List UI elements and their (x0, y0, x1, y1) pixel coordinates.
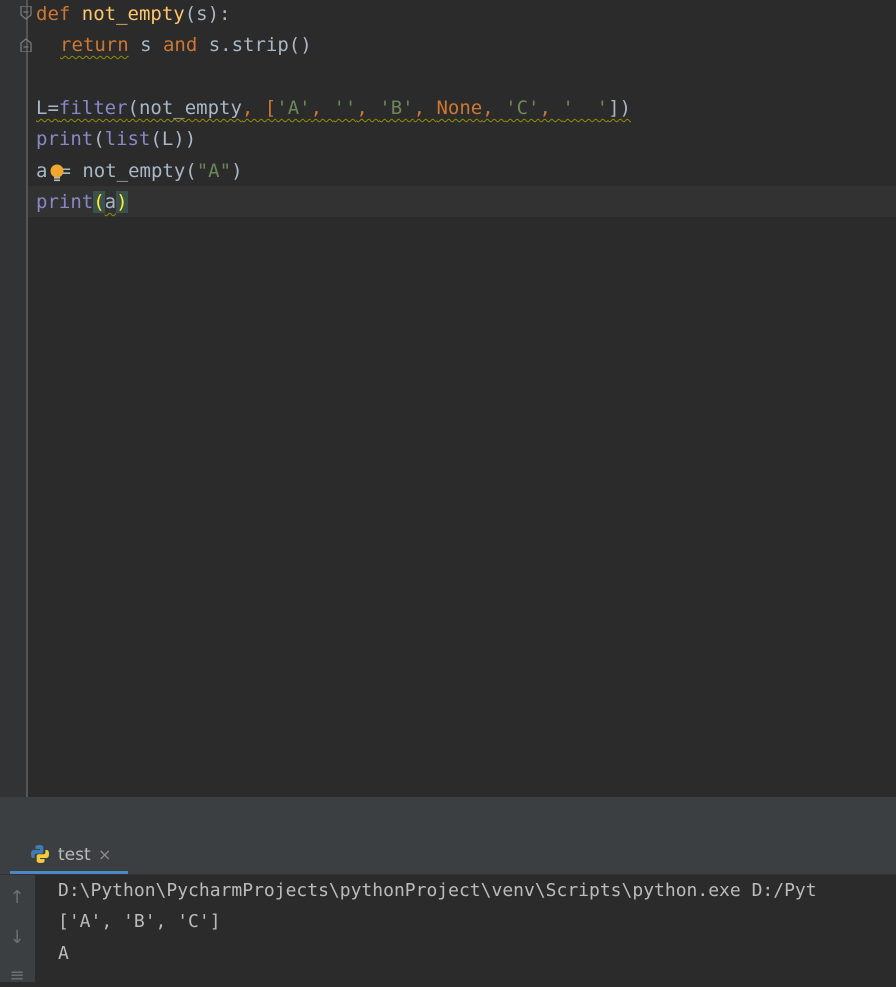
code-text: (L)) (150, 128, 197, 150)
fold-end-icon[interactable] (20, 38, 32, 52)
keyword-and: and (162, 34, 198, 56)
string-literal: 'C' (505, 97, 540, 119)
console-output-line: ['A', 'B', 'C'] (58, 911, 221, 932)
arrow-up-icon[interactable]: ↑ (6, 885, 28, 909)
console-output-line: D:\Python\PycharmProjects\pythonProject\… (58, 880, 817, 901)
code-line-7[interactable]: print(a) (36, 188, 128, 219)
run-toolbar: ↑ ↓ ≡ (0, 875, 35, 986)
matched-brace: ) (116, 191, 128, 213)
comma: , (310, 97, 334, 119)
panel-separator (0, 797, 896, 835)
code-text: L= (36, 97, 59, 119)
editor-gutter (0, 0, 27, 797)
tab-run-test[interactable]: test × (10, 835, 128, 874)
keyword-def: def (36, 3, 71, 25)
string-literal: 'A' (276, 97, 311, 119)
arrow-down-icon[interactable]: ↓ (6, 925, 28, 949)
code-line-6[interactable]: a = not_empty("A") (36, 157, 243, 188)
code-text: s.strip() (197, 34, 312, 56)
comma: , (356, 97, 380, 119)
console-output-line: A (58, 943, 69, 964)
variable-a: a (36, 160, 48, 182)
builtin-filter: filter (58, 97, 128, 119)
builtin-list: list (104, 128, 151, 150)
string-literal: "A" (196, 160, 232, 182)
close-icon[interactable]: × (98, 845, 111, 864)
gutter-divider (26, 0, 28, 797)
run-panel: test × ↑ ↓ ≡ D:\Python\PycharmProjects\p… (0, 835, 896, 986)
comma: , (539, 97, 563, 119)
string-literal: 'B' (379, 97, 414, 119)
comma: , [ (241, 97, 277, 119)
intention-bulb-icon[interactable] (49, 164, 65, 182)
variable-a: a (104, 191, 117, 213)
matched-brace: ( (93, 191, 105, 213)
soft-wrap-icon[interactable]: ≡ (6, 963, 28, 987)
function-name: not_empty (81, 3, 185, 25)
code-text: ( (93, 128, 105, 150)
string-literal: '' (333, 97, 357, 119)
current-line-highlight (28, 186, 896, 217)
run-tab-label: test (58, 845, 91, 865)
code-editor[interactable]: def not_empty(s): return s and s.strip()… (0, 0, 896, 797)
params: (s): (184, 3, 231, 25)
code-line-5[interactable]: print(list(L)) (36, 125, 196, 156)
code-line-4[interactable]: L=filter(not_empty, ['A', '', 'B', None,… (36, 94, 631, 125)
active-tab-indicator (10, 871, 128, 874)
comma: , (413, 97, 437, 119)
code-text: not_empty( (82, 160, 197, 182)
keyword-return: return (60, 34, 129, 56)
code-text: (not_empty (127, 97, 242, 119)
code-text: ) (231, 160, 243, 182)
comma: , (482, 97, 506, 119)
code-line-2[interactable]: return s and s.strip() (60, 31, 312, 62)
builtin-print: print (36, 128, 94, 150)
string-literal: ' ' (562, 97, 609, 119)
code-line-1[interactable]: def not_empty(s): (36, 0, 231, 31)
code-text: s (128, 34, 163, 56)
python-icon (31, 845, 49, 863)
fold-icon[interactable] (20, 6, 32, 20)
keyword-none: None (436, 97, 483, 119)
run-tab-bar: test × (0, 835, 896, 875)
builtin-print: print (36, 191, 94, 213)
code-text: ]) (608, 97, 631, 119)
